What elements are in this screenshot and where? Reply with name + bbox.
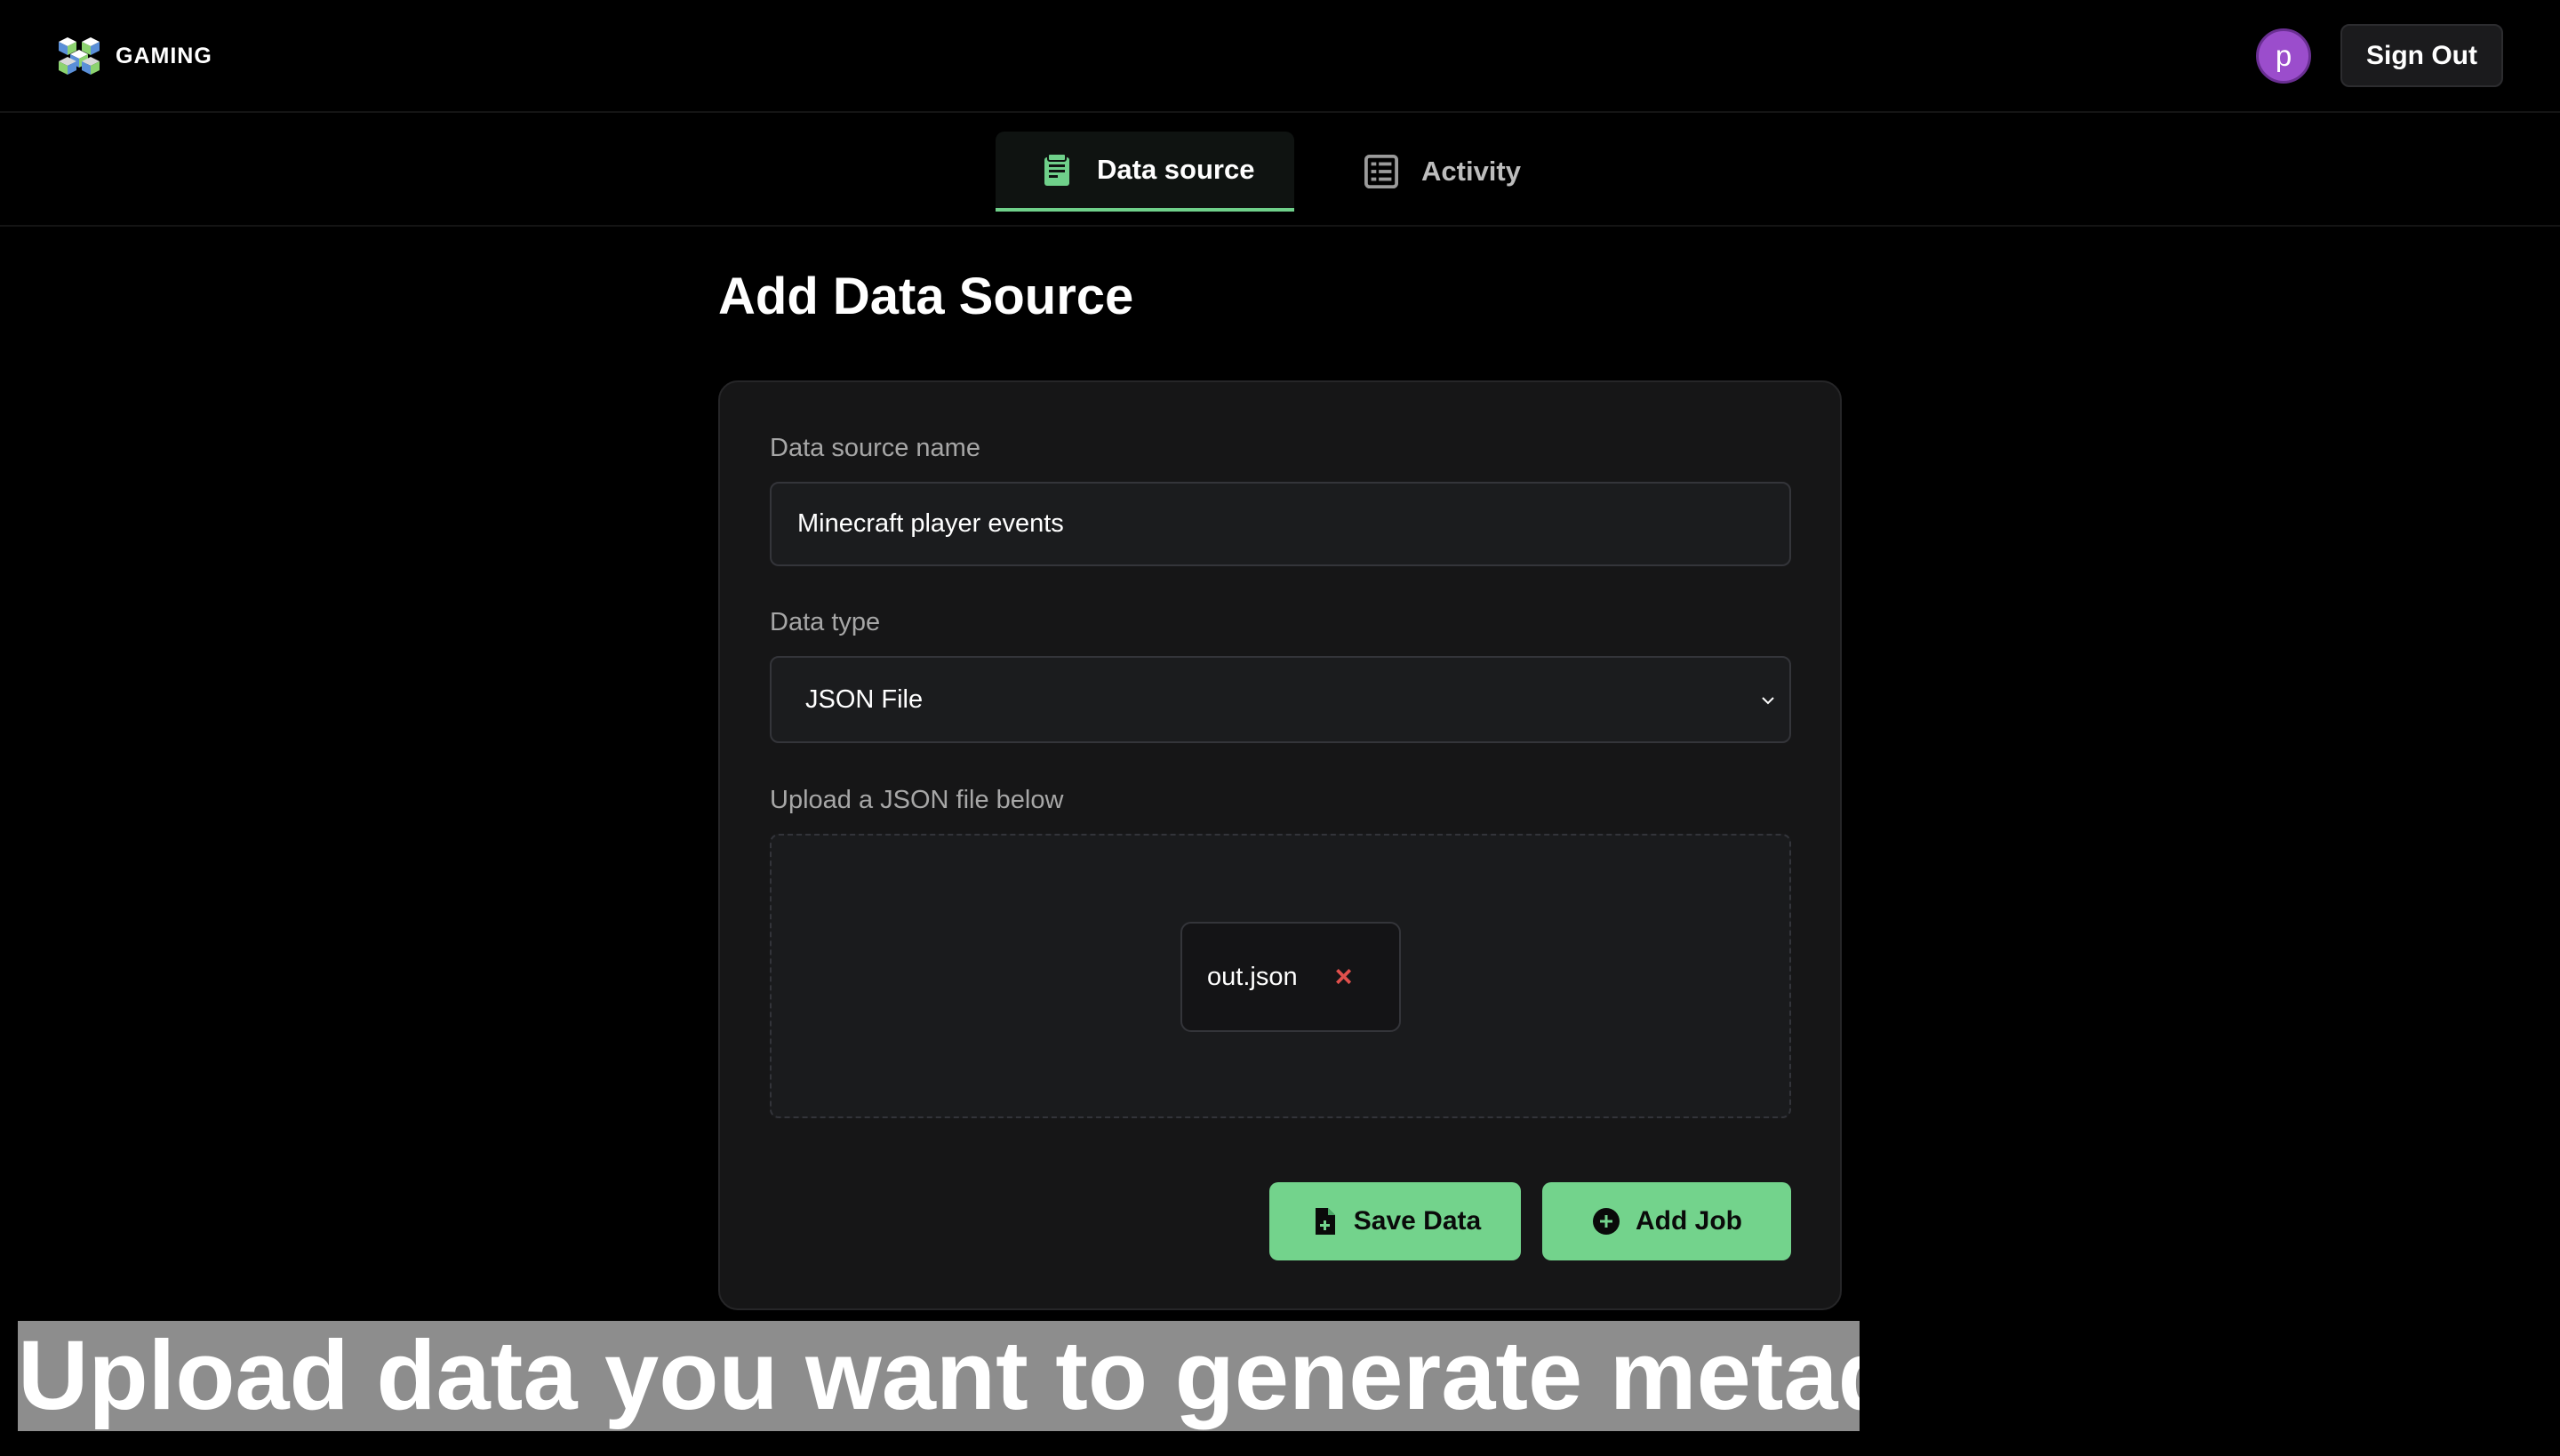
cubes-logo-icon: [59, 37, 100, 75]
caption-overlay: Upload data you want to generate metadat…: [18, 1321, 1860, 1431]
data-source-name-input[interactable]: Minecraft player events: [770, 482, 1791, 566]
file-plus-icon: [1315, 1208, 1335, 1235]
sign-out-button[interactable]: Sign Out: [2340, 24, 2503, 87]
tab-bar: Data source Activity: [0, 113, 2560, 227]
save-data-button[interactable]: Save Data: [1269, 1182, 1521, 1260]
data-type-label: Data type: [770, 608, 881, 636]
save-data-label: Save Data: [1353, 1206, 1482, 1236]
add-job-label: Add Job: [1636, 1206, 1742, 1236]
tab-data-source[interactable]: Data source: [996, 132, 1294, 212]
data-source-form-card: Data source name Minecraft player events…: [718, 380, 1842, 1310]
brand-name: GAMING: [116, 43, 212, 68]
data-source-name-label: Data source name: [770, 434, 980, 462]
page-title: Add Data Source: [718, 268, 1134, 325]
remove-file-icon[interactable]: ×: [1335, 962, 1353, 992]
upload-label: Upload a JSON file below: [770, 786, 1064, 814]
tab-activity-label: Activity: [1421, 156, 1521, 187]
table-list-icon: [1364, 155, 1398, 188]
chevron-down-icon: [1762, 697, 1774, 705]
tab-activity[interactable]: Activity: [1364, 132, 1560, 212]
plus-circle-icon: [1593, 1208, 1620, 1235]
file-name: out.json: [1207, 962, 1298, 991]
file-dropzone[interactable]: out.json ×: [770, 834, 1791, 1118]
brand-logo[interactable]: GAMING: [55, 36, 212, 76]
data-type-select[interactable]: JSON File: [770, 656, 1791, 743]
uploaded-file-chip: out.json ×: [1180, 922, 1401, 1032]
top-header: GAMING p Sign Out: [0, 0, 2560, 113]
database-icon: [1044, 153, 1069, 186]
user-avatar[interactable]: p: [2256, 28, 2311, 84]
data-type-selected-value: JSON File: [805, 684, 924, 714]
tab-data-source-label: Data source: [1097, 154, 1255, 185]
add-job-button[interactable]: Add Job: [1542, 1182, 1791, 1260]
